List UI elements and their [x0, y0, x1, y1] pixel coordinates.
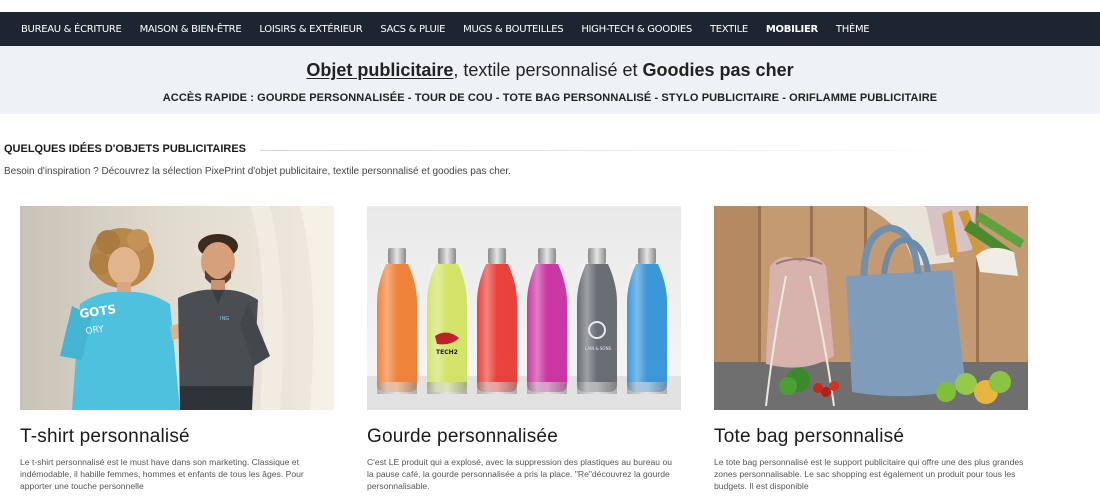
quick-separator: - [651, 92, 662, 104]
bottle-logo-text-2: LAIN & SONS [585, 346, 612, 351]
quick-separator: - [492, 92, 503, 104]
card-title-tshirt[interactable]: T-shirt personnalisé [20, 426, 334, 448]
section-divider [260, 149, 974, 151]
main-nav: BUREAU & ÉCRITURE MAISON & BIEN-ÊTRE LOI… [0, 12, 1100, 46]
nav-item-bureau[interactable]: BUREAU & ÉCRITURE [21, 24, 122, 35]
card-description-gourde: C'est LE produit qui a explosé, avec la … [367, 457, 673, 491]
section-title: QUELQUES IDÉES D'OBJETS PUBLICITAIRES [4, 143, 246, 155]
tshirt-photo: GOTS ORY ING [20, 206, 334, 410]
card-description-tote-bag: Le tote bag personnalisé est le support … [714, 457, 1024, 491]
card-title-gourde[interactable]: Gourde personnalisée [367, 426, 681, 448]
product-card-gourde: TECH2 LAIN & SONS Gourde personnalisée C… [367, 206, 681, 492]
quick-link-gourde[interactable]: GOURDE PERSONNALISÉE [257, 92, 404, 104]
bottle-blue [627, 248, 667, 394]
tote-bag-image[interactable] [714, 206, 1028, 410]
product-card-tote-bag: Tote bag personnalisé Le tote bag person… [714, 206, 1028, 492]
quick-link-tote-bag[interactable]: TOTE BAG PERSONNALISÉ [503, 92, 652, 104]
quick-link-stylo[interactable]: STYLO PUBLICITAIRE [661, 92, 779, 104]
tshirt-image[interactable]: GOTS ORY ING [20, 206, 334, 410]
bottle-red [477, 248, 517, 394]
product-card-tshirt: GOTS ORY ING T-shirt personnalisé Le t-s… [20, 206, 334, 492]
bottle-grey: LAIN & SONS [577, 248, 617, 394]
section-intro: Besoin d'inspiration ? Découvrez la séle… [4, 166, 511, 177]
shirt-print-text-3: ING [220, 316, 229, 322]
objet-publicitaire-link[interactable]: Objet publicitaire [306, 60, 453, 80]
quick-access-label: ACCÈS RAPIDE : [162, 92, 258, 104]
title-middle-text: , textile personnalisé et [453, 60, 643, 80]
nav-item-high-tech[interactable]: HIGH-TECH & GOODIES [581, 24, 692, 35]
quick-link-oriflamme[interactable]: ORIFLAMME PUBLICITAIRE [789, 92, 937, 104]
title-strong-text: Goodies pas cher [642, 60, 794, 80]
nav-item-maison[interactable]: MAISON & BIEN-ÊTRE [140, 24, 242, 35]
nav-item-mobilier[interactable]: MOBILIER [766, 24, 818, 35]
quick-separator: - [404, 92, 415, 104]
gourde-image[interactable]: TECH2 LAIN & SONS [367, 206, 681, 410]
gourde-photo: TECH2 LAIN & SONS [367, 206, 681, 410]
hero-banner: Objet publicitaire, textile personnalisé… [0, 46, 1100, 114]
quick-link-tour-de-cou[interactable]: TOUR DE COU [415, 92, 493, 104]
card-description-tshirt: Le t-shirt personnalisé est le must have… [20, 457, 304, 491]
tote-bag-photo [714, 206, 1028, 410]
bottle-magenta [527, 248, 567, 394]
page-title: Objet publicitaire, textile personnalisé… [0, 60, 1100, 81]
nav-item-textile[interactable]: TEXTILE [710, 24, 748, 35]
card-title-tote-bag[interactable]: Tote bag personnalisé [714, 426, 1028, 448]
bottle-logo-text-1: TECH2 [436, 349, 458, 356]
bottle-lime: TECH2 [427, 248, 467, 394]
nav-item-theme[interactable]: THÈME [836, 24, 870, 35]
quick-separator: - [779, 92, 790, 104]
nav-item-mugs[interactable]: MUGS & BOUTEILLES [463, 24, 563, 35]
ideas-section-header: QUELQUES IDÉES D'OBJETS PUBLICITAIRES [4, 140, 974, 158]
nav-item-loisirs[interactable]: LOISIRS & EXTÉRIEUR [259, 24, 362, 35]
top-strip [0, 0, 1100, 12]
quick-access-bar: ACCÈS RAPIDE : GOURDE PERSONNALISÉE - TO… [0, 92, 1100, 104]
bottle-orange [377, 248, 417, 394]
nav-item-sacs[interactable]: SACS & PLUIE [380, 24, 445, 35]
